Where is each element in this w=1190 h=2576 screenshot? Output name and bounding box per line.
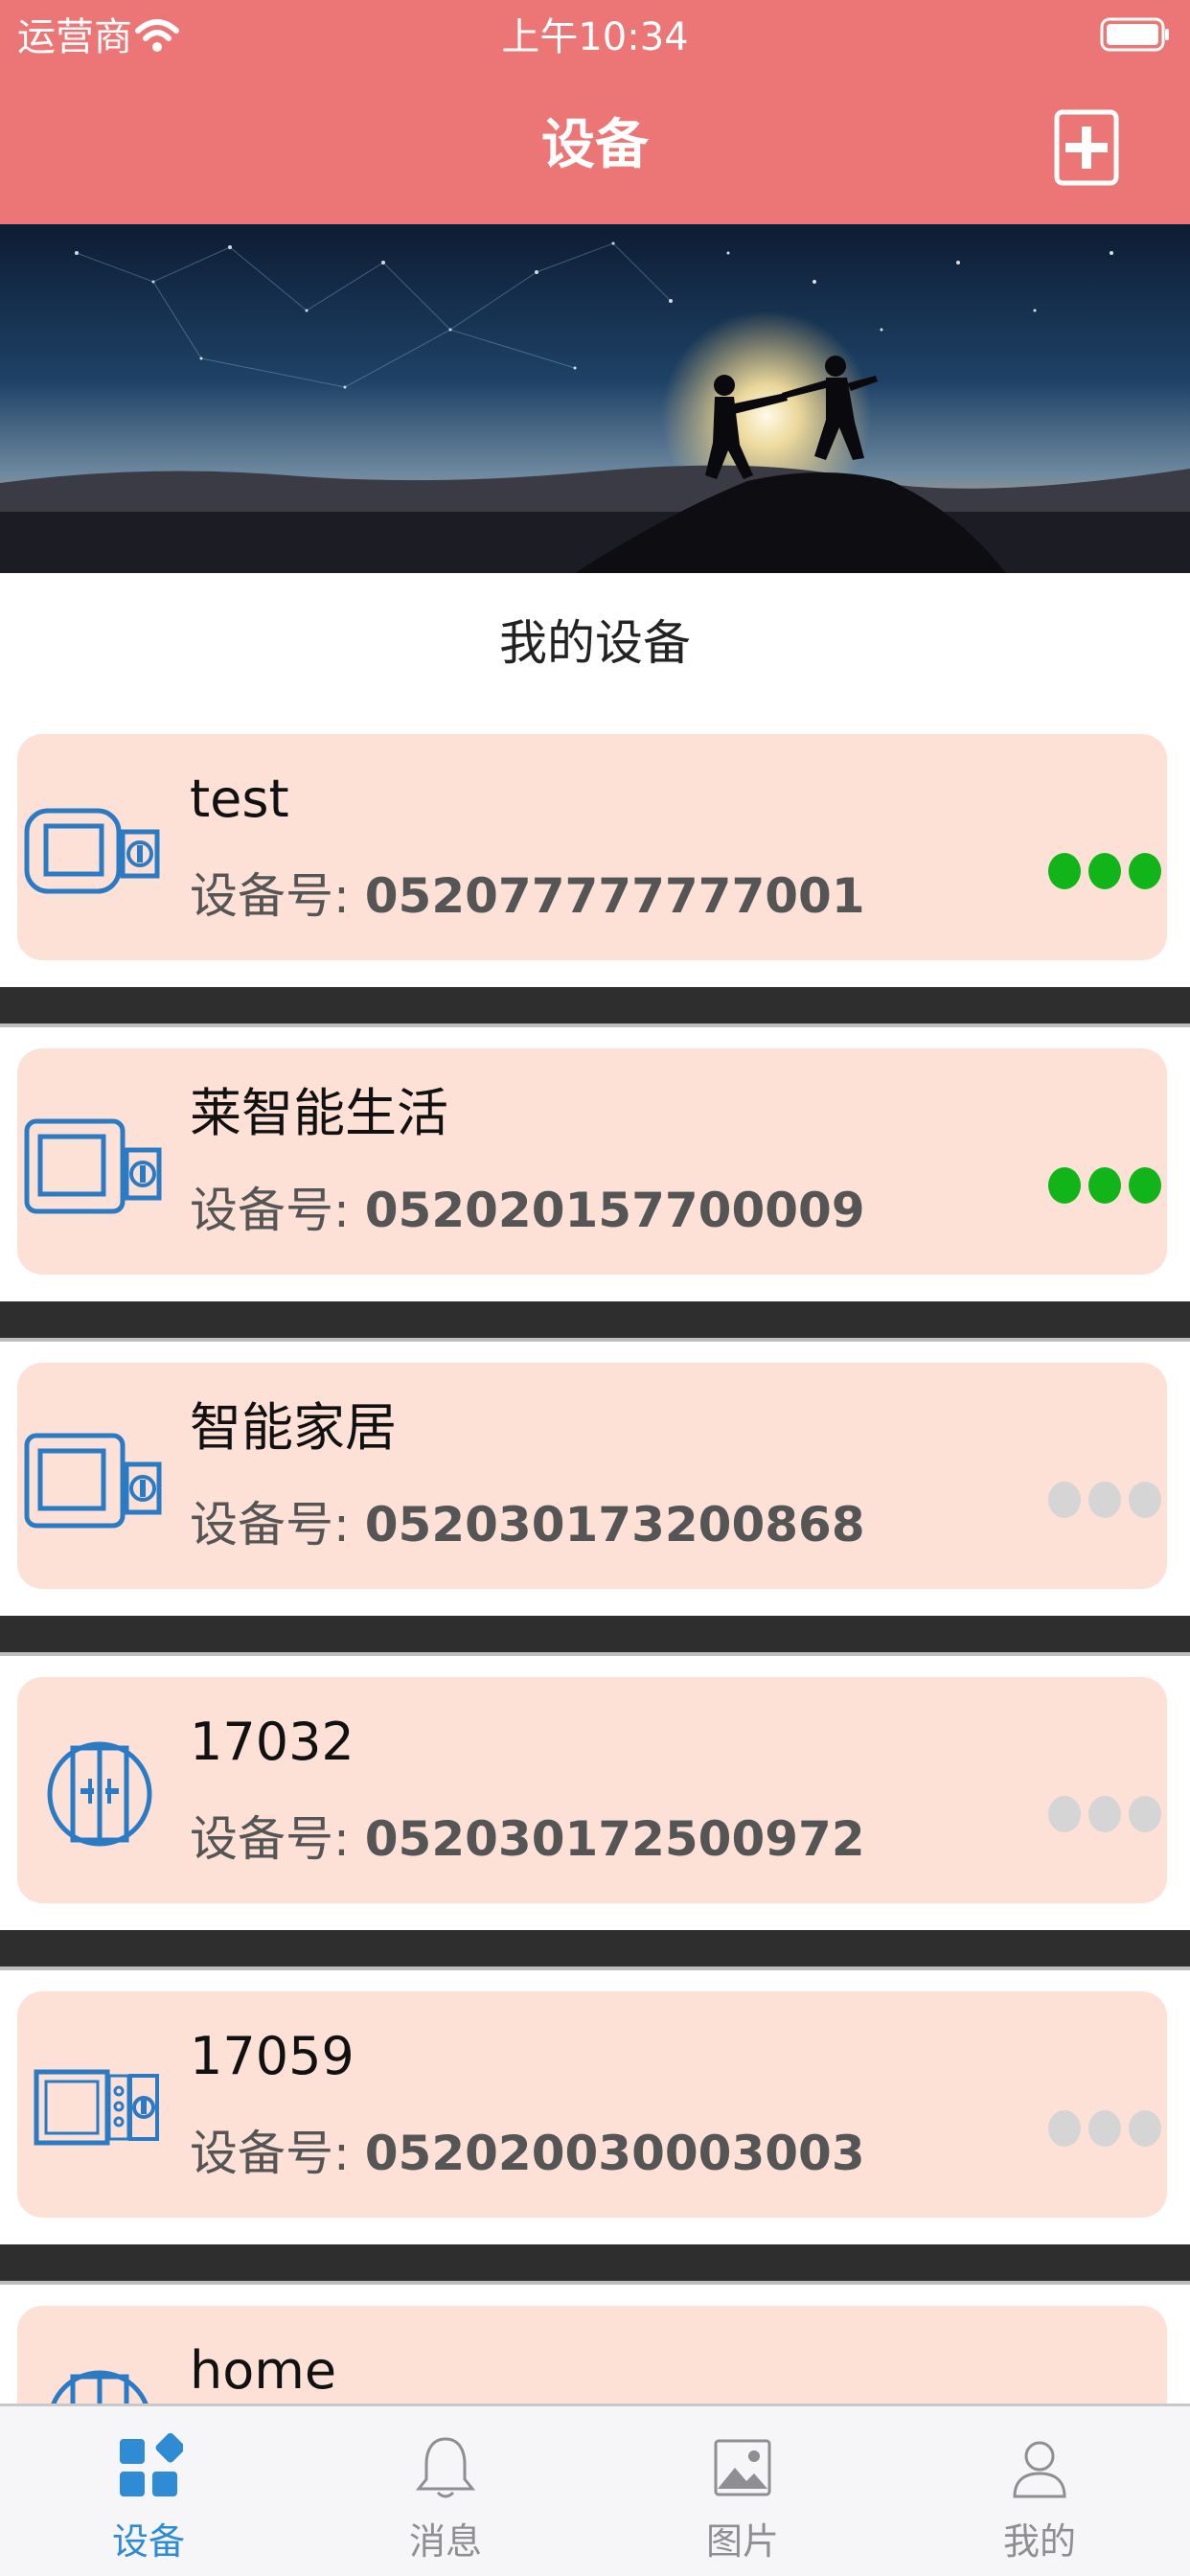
status-dot [1048, 1167, 1081, 1204]
device-name: 莱智能生活 [190, 1083, 448, 1143]
device-id-value: 052030173200868 [364, 1497, 865, 1552]
add-device-button[interactable] [1054, 109, 1119, 186]
status-dot [1129, 853, 1161, 889]
device-row: test 设备号: 052077777777001 [0, 734, 1190, 1048]
device-row: 17032 设备号: 052030172500972 [0, 1677, 1190, 1991]
tab-images[interactable]: 图片 [594, 2406, 891, 2576]
tab-profile[interactable]: 我的 [891, 2406, 1188, 2576]
status-dot [1088, 1482, 1121, 1518]
status-dot [1129, 1167, 1161, 1204]
device-id-value: 052020157700009 [364, 1183, 865, 1238]
device-id-label: 设备号: [190, 1811, 350, 1867]
bell-icon [415, 2437, 476, 2498]
device-card[interactable]: test 设备号: 052077777777001 [17, 734, 1167, 960]
screen-panel-icon [24, 1433, 162, 1529]
device-id-label: 设备号: [190, 868, 350, 924]
intercom-panel-icon [34, 2069, 159, 2146]
tab-devices[interactable]: 设备 [0, 2406, 297, 2576]
screen-panel-icon [24, 808, 160, 894]
status-dot [1129, 1482, 1161, 1518]
status-dot [1088, 853, 1121, 889]
tab-bar: 设备 消息 图片 我的 [0, 2404, 1190, 2576]
device-card[interactable]: 莱智能生活 设备号: 052020157700009 [17, 1048, 1167, 1275]
section-title: 我的设备 [499, 615, 691, 671]
device-card[interactable]: 智能家居 设备号: 052030173200868 [17, 1363, 1167, 1589]
battery-icon [1100, 17, 1169, 52]
offline-status-indicator [1048, 1480, 1161, 1520]
device-id-value: 052020030003003 [364, 2126, 865, 2181]
banner-image [0, 224, 1190, 573]
device-row: 17059 设备号: 052020030003003 [0, 1991, 1190, 2306]
device-id-label: 设备号: [190, 2126, 350, 2181]
device-id-label: 设备号: [190, 1497, 350, 1552]
row-separator [0, 987, 1190, 1027]
online-status-indicator [1048, 851, 1161, 891]
row-separator [0, 2244, 1190, 2285]
device-name: home [190, 2340, 337, 2401]
device-screen: 运营商 上午10:34 设备 我的设备 test 设备号: 0520777777… [0, 0, 1190, 2576]
device-name: test [190, 769, 289, 829]
device-name: 17059 [190, 2026, 355, 2086]
status-dot [1048, 2110, 1081, 2147]
device-id-value: 052030172500972 [364, 1811, 865, 1867]
status-time: 上午10:34 [501, 15, 689, 59]
device-row: 莱智能生活 设备号: 052020157700009 [0, 1048, 1190, 1363]
device-id: 设备号: 052030172500972 [190, 1806, 865, 1873]
online-status-indicator [1048, 1165, 1161, 1206]
tab-label: 设备 [111, 2520, 185, 2563]
user-icon [1013, 2441, 1066, 2498]
status-dot [1088, 1167, 1121, 1204]
status-dot [1129, 1796, 1161, 1832]
page-title: 设备 [541, 114, 649, 176]
status-dot [1129, 2110, 1161, 2147]
device-id: 设备号: 052020157700009 [190, 1177, 865, 1244]
device-id-value: 052077777777001 [364, 868, 865, 924]
status-dot [1048, 1796, 1081, 1832]
device-name: 智能家居 [190, 1397, 397, 1458]
device-row: 智能家居 设备号: 052030173200868 [0, 1363, 1190, 1677]
row-separator [0, 1616, 1190, 1656]
door-lock-icon [47, 1741, 152, 1847]
status-dot [1088, 2110, 1121, 2147]
offline-status-indicator [1048, 1794, 1161, 1834]
device-id: 设备号: 052030173200868 [190, 1491, 865, 1558]
tab-label: 我的 [1002, 2520, 1076, 2563]
status-dot [1088, 1796, 1121, 1832]
image-icon [714, 2439, 771, 2496]
status-dot [1048, 1482, 1081, 1518]
tab-messages[interactable]: 消息 [297, 2406, 594, 2576]
screen-panel-icon [24, 1118, 162, 1214]
row-separator [0, 1301, 1190, 1342]
row-separator [0, 1930, 1190, 1970]
tab-label: 消息 [408, 2520, 482, 2563]
device-id: 设备号: 052077777777001 [190, 862, 865, 930]
device-name: 17032 [190, 1712, 355, 1772]
tab-label: 图片 [705, 2520, 779, 2563]
devices-grid-icon [120, 2433, 183, 2496]
banner-illustration [0, 224, 1190, 573]
device-card[interactable]: 17059 设备号: 052020030003003 [17, 1991, 1167, 2218]
status-dot [1048, 853, 1081, 889]
offline-status-indicator [1048, 2108, 1161, 2149]
device-list: test 设备号: 052077777777001 莱智能生活 设备号: 052… [0, 734, 1190, 2576]
device-card[interactable]: 17032 设备号: 052030172500972 [17, 1677, 1167, 1903]
device-id-label: 设备号: [190, 1183, 350, 1238]
device-id: 设备号: 052020030003003 [190, 2120, 865, 2187]
header-bar: 运营商 上午10:34 设备 [0, 0, 1190, 224]
